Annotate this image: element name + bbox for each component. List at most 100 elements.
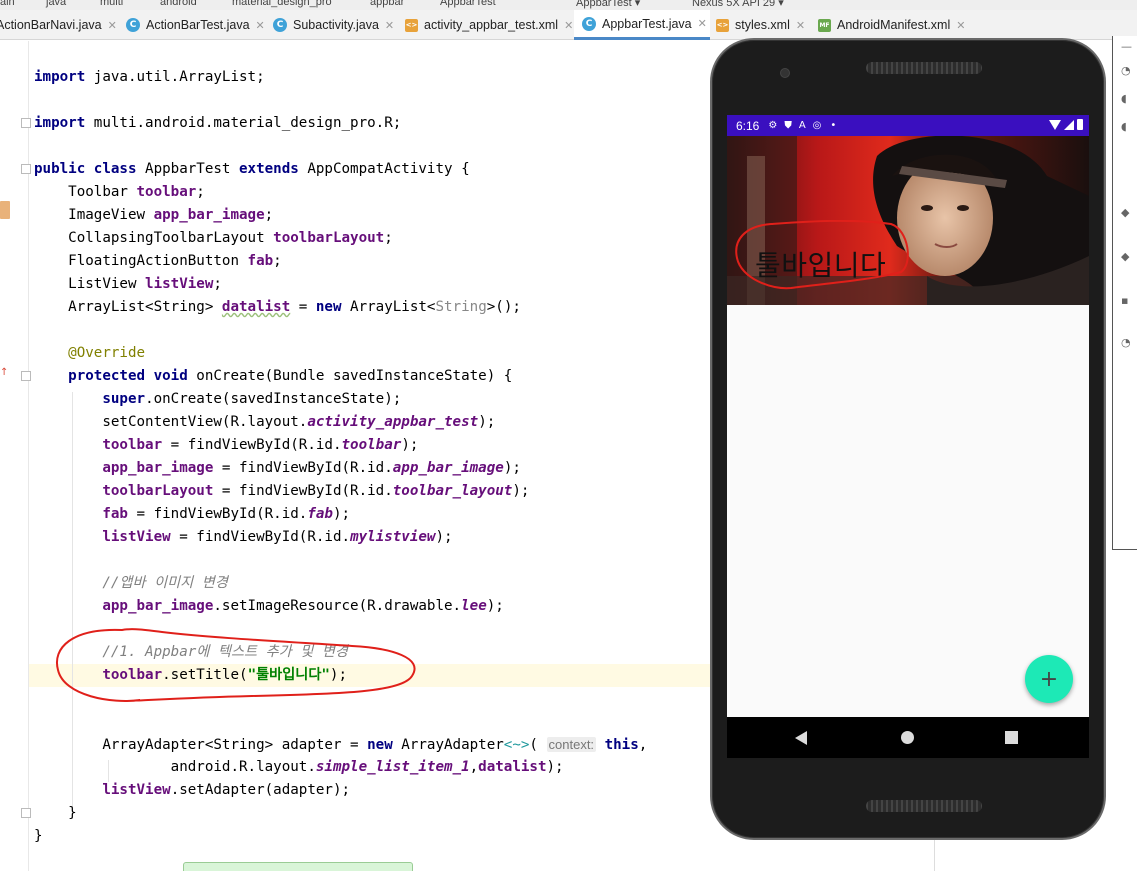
close-icon[interactable]: ✕ <box>385 19 394 32</box>
breadcrumb-item[interactable]: ain <box>0 0 15 8</box>
fold-icon[interactable] <box>21 808 31 818</box>
parameter-hint: context: <box>546 737 597 752</box>
signal-icon <box>1064 119 1074 130</box>
floating-action-button[interactable]: + <box>1025 655 1073 703</box>
tab-actionbartest[interactable]: C ActionBarTest.java ✕ <box>126 10 266 40</box>
tab-styles-xml[interactable]: <> styles.xml ✕ <box>716 10 816 40</box>
tab-androidmanifest-xml[interactable]: MF AndroidManifest.xml ✕ <box>818 10 972 40</box>
power-icon[interactable]: ◔ <box>1121 65 1131 76</box>
app-bar-image: 툴바입니다 <box>727 136 1089 305</box>
code-line: app_bar_image.setImageResource(R.drawabl… <box>102 598 504 614</box>
run-config-select[interactable]: AppbarTest ▾ <box>576 0 640 9</box>
tab-activity-appbar-test-xml[interactable]: <> activity_appbar_test.xml ✕ <box>405 10 575 40</box>
dot-icon: • <box>830 120 837 131</box>
close-icon[interactable]: — <box>1121 41 1132 52</box>
xml-file-icon: <> <box>716 18 729 32</box>
code-line: } <box>34 828 43 844</box>
system-nav-bar <box>727 717 1089 758</box>
breadcrumb-item[interactable]: multi <box>100 0 123 8</box>
editor-tab-bar: ActionBarNavi.java ✕ C ActionBarTest.jav… <box>0 10 1137 40</box>
code-comment: //1. Appbar에 텍스트 추가 및 변경 <box>102 644 348 660</box>
breadcrumb-item[interactable]: material_design_pro <box>232 0 332 8</box>
code-line: CollapsingToolbarLayout toolbarLayout; <box>34 230 393 246</box>
code-line: fab = findViewById(R.id.fab); <box>102 506 351 522</box>
rotate-right-icon[interactable]: ◆ <box>1121 251 1131 262</box>
close-icon[interactable]: ✕ <box>796 19 805 32</box>
code-line: ArrayList<String> datalist = new ArrayLi… <box>34 299 521 315</box>
code-line: import java.util.ArrayList; <box>34 69 265 85</box>
emulator-device-frame: 6:16 ⚙ ⛊ A ◎ • 툴바입니다 + <box>710 38 1106 840</box>
code-line: FloatingActionButton fab; <box>34 253 282 269</box>
code-line: toolbarLayout = findViewById(R.id.toolba… <box>102 483 530 499</box>
code-line: ArrayAdapter<String> adapter = new Array… <box>34 737 648 753</box>
close-icon[interactable]: ✕ <box>956 19 965 32</box>
speaker-grille-bottom <box>866 800 982 812</box>
breadcrumb-item[interactable]: AppbarTest <box>440 0 496 8</box>
front-camera <box>780 68 790 78</box>
notification-popup[interactable] <box>183 862 413 871</box>
code-line: ImageView app_bar_image; <box>34 207 274 223</box>
zoom-icon[interactable]: ◔ <box>1121 337 1131 348</box>
code-line: listView.setAdapter(adapter); <box>102 782 351 798</box>
fold-icon[interactable] <box>21 118 31 128</box>
tab-label: AndroidManifest.xml <box>837 18 951 32</box>
code-line-settitle: toolbar.setTitle("툴바입니다"); <box>102 667 348 683</box>
override-marker-icon[interactable]: ↑ <box>0 367 8 378</box>
code-line: super.onCreate(savedInstanceState); <box>102 391 402 407</box>
java-class-icon: C <box>582 16 596 31</box>
status-time: 6:16 <box>736 118 760 133</box>
code-line: public class AppbarTest extends AppCompa… <box>34 161 470 177</box>
wifi-icon <box>1049 119 1061 130</box>
code-line: app_bar_image = findViewById(R.id.app_ba… <box>102 460 521 476</box>
recents-icon[interactable] <box>1005 731 1018 744</box>
tab-label: Subactivity.java <box>293 18 379 32</box>
gear-icon: ⚙ <box>768 120 778 131</box>
code-line: ListView listView; <box>34 276 222 292</box>
close-icon[interactable]: ✕ <box>564 19 573 32</box>
java-class-icon: C <box>273 18 287 32</box>
back-icon[interactable] <box>795 731 807 745</box>
home-icon[interactable] <box>901 731 914 744</box>
tab-subactivity[interactable]: C Subactivity.java ✕ <box>273 10 398 40</box>
tab-label: AppbarTest.java <box>602 16 692 31</box>
a-icon: A <box>798 120 806 131</box>
breadcrumb-item[interactable]: java <box>46 0 66 8</box>
close-icon[interactable]: ✕ <box>256 19 265 32</box>
volume-up-icon[interactable]: ◖ <box>1121 93 1131 104</box>
fold-icon[interactable] <box>21 164 31 174</box>
breadcrumb-item[interactable]: appbar <box>370 0 404 8</box>
breadcrumb: ain java multi android material_design_p… <box>0 0 1137 10</box>
close-icon[interactable]: ✕ <box>108 19 117 32</box>
manifest-file-icon: MF <box>818 18 831 32</box>
battery-icon <box>1077 119 1083 130</box>
implement-marker-icon[interactable] <box>0 201 10 219</box>
code-line: toolbar = findViewById(R.id.toolbar); <box>102 437 419 453</box>
breadcrumb-item[interactable]: android <box>160 0 197 8</box>
fold-icon[interactable] <box>21 371 31 381</box>
speaker-grille-top <box>866 62 982 74</box>
tab-label: activity_appbar_test.xml <box>424 18 559 32</box>
sync-icon: ◎ <box>812 120 822 131</box>
code-line: android.R.layout.simple_list_item_1,data… <box>34 759 564 775</box>
code-line: } <box>34 805 77 821</box>
screenshot-icon[interactable]: ▪ <box>1121 295 1131 306</box>
tab-appbartest[interactable]: C AppbarTest.java ✕ <box>574 10 710 40</box>
tab-actionbarnavi[interactable]: ActionBarNavi.java ✕ <box>0 10 118 40</box>
device-select[interactable]: Nexus 5X API 29 ▾ <box>692 0 784 9</box>
code-line: protected void onCreate(Bundle savedInst… <box>68 368 513 384</box>
tab-label: styles.xml <box>735 18 790 32</box>
close-icon[interactable]: ✕ <box>698 17 707 30</box>
red-annotation-circle <box>735 220 909 290</box>
emulator-screen[interactable]: 6:16 ⚙ ⛊ A ◎ • 툴바입니다 + <box>727 115 1089 758</box>
code-line: @Override <box>68 345 146 361</box>
emulator-side-toolbar: — ◔ ◖ ◖ ◆ ◆ ▪ ◔ <box>1112 36 1137 550</box>
rotate-left-icon[interactable]: ◆ <box>1121 207 1131 218</box>
tab-label: ActionBarNavi.java <box>0 18 102 32</box>
java-class-icon: C <box>126 18 140 32</box>
code-line: listView = findViewById(R.id.mylistview)… <box>102 529 453 545</box>
shield-icon: ⛊ <box>784 120 792 131</box>
code-comment: //앱바 이미지 변경 <box>102 575 228 591</box>
code-line: Toolbar toolbar; <box>34 184 205 200</box>
xml-file-icon: <> <box>405 18 418 32</box>
volume-down-icon[interactable]: ◖ <box>1121 121 1131 132</box>
